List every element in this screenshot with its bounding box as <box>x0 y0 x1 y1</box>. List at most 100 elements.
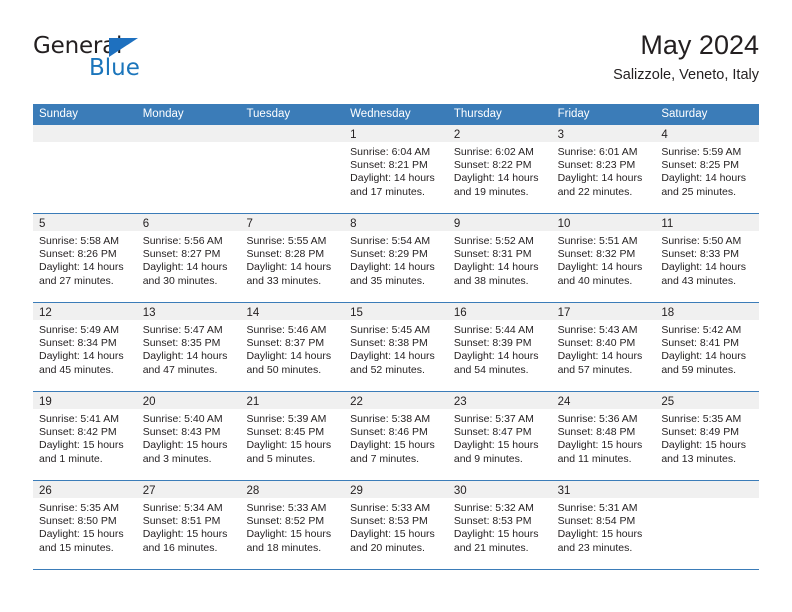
day-detail-line: Daylight: 14 hours <box>661 172 746 185</box>
day-number-bar: 15 <box>344 303 448 320</box>
day-number-bar: 8 <box>344 214 448 231</box>
calendar-day-cell[interactable]: 21 Sunrise: 5:39 AM Sunset: 8:45 PM Dayligh… <box>240 392 345 480</box>
day-number: 21 <box>246 396 260 408</box>
page-title: May 2024 <box>640 30 759 60</box>
calendar-day-cell[interactable]: 7 Sunrise: 5:55 AM Sunset: 8:28 PM Daylight… <box>240 214 345 302</box>
day-detail-line: Sunset: 8:39 PM <box>453 337 532 350</box>
day-detail-line: and 50 minutes. <box>246 363 322 376</box>
day-details: Sunrise: 5:35 AM Sunset: 8:49 PM Daylight:… <box>655 409 759 466</box>
day-detail-line: Sunset: 8:34 PM <box>39 337 117 350</box>
calendar-day-cell[interactable]: 6 Sunrise: 5:56 AM Sunset: 8:27 PM Daylight… <box>136 214 241 302</box>
calendar-day-cell[interactable]: 25 Sunrise: 5:35 AM Sunset: 8:49 PM Dayligh… <box>655 392 760 480</box>
day-detail-line: Sunrise: 5:44 AM <box>453 324 534 336</box>
day-detail-line: Daylight: 14 hours <box>661 261 746 274</box>
day-number-bar: 31 <box>551 481 656 498</box>
day-detail-line: and 35 minutes. <box>350 274 425 287</box>
day-number: 11 <box>661 218 674 230</box>
calendar-day-cell[interactable]: 12 Sunrise: 5:49 AM Sunset: 8:34 PM Dayligh… <box>33 303 137 391</box>
calendar-day-cell[interactable]: 26 Sunrise: 5:35 AM Sunset: 8:50 PM Dayligh… <box>33 481 137 569</box>
day-details: Sunrise: 5:36 AM Sunset: 8:48 PM Daylight:… <box>552 409 656 466</box>
calendar-empty-cell <box>655 481 760 569</box>
calendar-day-cell[interactable]: 4 Sunrise: 5:59 AM Sunset: 8:25 PM Daylight… <box>655 125 760 213</box>
calendar-day-cell[interactable]: 9 Sunrise: 5:52 AM Sunset: 8:31 PM Daylight… <box>447 214 552 302</box>
calendar-day-cell[interactable]: 2 Sunrise: 6:02 AM Sunset: 8:22 PM Daylight… <box>447 125 552 213</box>
day-detail-line: Sunrise: 5:35 AM <box>661 413 742 425</box>
day-detail-line: Sunset: 8:42 PM <box>39 426 117 439</box>
day-detail-line: Sunset: 8:22 PM <box>453 159 532 172</box>
day-detail-line: Daylight: 14 hours <box>246 261 332 274</box>
day-detail-line: Sunrise: 5:43 AM <box>557 324 638 336</box>
day-details: Sunrise: 5:44 AM Sunset: 8:39 PM Daylight:… <box>448 320 552 377</box>
calendar-day-cell[interactable]: 16 Sunrise: 5:44 AM Sunset: 8:39 PM Dayligh… <box>447 303 552 391</box>
day-detail-line: Sunrise: 5:37 AM <box>453 413 534 425</box>
day-detail-line: Sunrise: 5:36 AM <box>557 413 638 425</box>
day-number: 15 <box>350 307 363 319</box>
calendar-day-cell[interactable]: 10 Sunrise: 5:51 AM Sunset: 8:32 PM Dayligh… <box>551 214 656 302</box>
calendar-day-cell[interactable]: 13 Sunrise: 5:47 AM Sunset: 8:35 PM Dayligh… <box>136 303 241 391</box>
weekday-header-wednesday: Wednesday <box>350 108 411 120</box>
day-details: Sunrise: 5:43 AM Sunset: 8:40 PM Daylight:… <box>552 320 656 377</box>
day-detail-line: Sunset: 8:29 PM <box>350 248 428 261</box>
day-number-bar: 19 <box>33 392 137 409</box>
calendar-day-cell[interactable]: 19 Sunrise: 5:41 AM Sunset: 8:42 PM Dayligh… <box>33 392 137 480</box>
day-details: Sunrise: 5:58 AM Sunset: 8:26 PM Daylight:… <box>33 231 137 288</box>
calendar-day-cell[interactable]: 31 Sunrise: 5:31 AM Sunset: 8:54 PM Dayligh… <box>551 481 656 569</box>
day-detail-line: and 27 minutes. <box>39 274 114 287</box>
generalblue-logo[interactable]: General Blue <box>33 34 243 90</box>
day-detail-line: and 15 minutes. <box>39 541 114 554</box>
day-detail-line: Daylight: 14 hours <box>142 261 228 274</box>
day-detail-line: Sunset: 8:52 PM <box>246 515 325 528</box>
day-number-bar: 26 <box>33 481 137 498</box>
day-details: Sunrise: 5:34 AM Sunset: 8:51 PM Daylight:… <box>137 498 241 555</box>
day-detail-line: Daylight: 14 hours <box>350 350 435 363</box>
day-number-bar: 25 <box>655 392 760 409</box>
calendar-day-cell[interactable]: 27 Sunrise: 5:34 AM Sunset: 8:51 PM Dayligh… <box>136 481 241 569</box>
day-number-bar: 13 <box>136 303 241 320</box>
day-detail-line: and 33 minutes. <box>246 274 322 287</box>
day-detail-line: Sunrise: 5:46 AM <box>246 324 327 336</box>
day-number-bar: 5 <box>33 214 137 231</box>
calendar-day-cell[interactable]: 22 Sunrise: 5:38 AM Sunset: 8:46 PM Dayligh… <box>344 392 448 480</box>
day-detail-line: Sunset: 8:51 PM <box>142 515 221 528</box>
day-detail-line: Sunset: 8:47 PM <box>453 426 532 439</box>
day-detail-line: Sunset: 8:26 PM <box>39 248 117 261</box>
calendar-day-cell[interactable]: 17 Sunrise: 5:43 AM Sunset: 8:40 PM Dayligh… <box>551 303 656 391</box>
day-details <box>240 142 344 146</box>
day-details: Sunrise: 5:45 AM Sunset: 8:38 PM Daylight:… <box>344 320 448 377</box>
day-detail-line: Daylight: 14 hours <box>453 261 539 274</box>
calendar-day-cell[interactable]: 15 Sunrise: 5:45 AM Sunset: 8:38 PM Dayligh… <box>344 303 448 391</box>
day-detail-line: Sunset: 8:38 PM <box>350 337 428 350</box>
calendar-day-cell[interactable]: 1 Sunrise: 6:04 AM Sunset: 8:21 PM Daylight… <box>344 125 448 213</box>
day-number-bar <box>33 125 137 142</box>
day-detail-line: Sunrise: 5:54 AM <box>350 235 431 247</box>
day-detail-line: Sunrise: 5:52 AM <box>453 235 534 247</box>
day-detail-line: and 19 minutes. <box>453 185 529 198</box>
calendar-day-cell[interactable]: 23 Sunrise: 5:37 AM Sunset: 8:47 PM Dayligh… <box>447 392 552 480</box>
calendar-day-cell[interactable]: 28 Sunrise: 5:33 AM Sunset: 8:52 PM Dayligh… <box>240 481 345 569</box>
day-detail-line: Daylight: 15 hours <box>557 439 643 452</box>
calendar-day-cell[interactable]: 5 Sunrise: 5:58 AM Sunset: 8:26 PM Daylight… <box>33 214 137 302</box>
day-detail-line: and 13 minutes. <box>661 452 737 465</box>
calendar-day-cell[interactable]: 30 Sunrise: 5:32 AM Sunset: 8:53 PM Dayligh… <box>447 481 552 569</box>
day-detail-line: and 30 minutes. <box>142 274 218 287</box>
day-detail-line: Daylight: 15 hours <box>557 528 643 541</box>
day-number-bar: 17 <box>551 303 656 320</box>
calendar-day-cell[interactable]: 20 Sunrise: 5:40 AM Sunset: 8:43 PM Dayligh… <box>136 392 241 480</box>
day-detail-line: Daylight: 15 hours <box>453 439 539 452</box>
day-detail-line: Daylight: 15 hours <box>453 528 539 541</box>
day-detail-line: and 9 minutes. <box>453 452 523 465</box>
calendar-day-cell[interactable]: 29 Sunrise: 5:33 AM Sunset: 8:53 PM Dayligh… <box>344 481 448 569</box>
calendar-day-cell[interactable]: 3 Sunrise: 6:01 AM Sunset: 8:23 PM Daylight… <box>551 125 656 213</box>
day-details: Sunrise: 5:52 AM Sunset: 8:31 PM Daylight:… <box>448 231 552 288</box>
day-number: 12 <box>39 307 52 319</box>
calendar-day-cell[interactable]: 11 Sunrise: 5:50 AM Sunset: 8:33 PM Dayligh… <box>655 214 760 302</box>
day-details: Sunrise: 5:33 AM Sunset: 8:53 PM Daylight:… <box>344 498 448 555</box>
day-detail-line: Daylight: 15 hours <box>142 439 228 452</box>
day-detail-line: Sunset: 8:33 PM <box>661 248 739 261</box>
calendar-day-cell[interactable]: 14 Sunrise: 5:46 AM Sunset: 8:37 PM Dayligh… <box>240 303 345 391</box>
calendar-day-cell[interactable]: 24 Sunrise: 5:36 AM Sunset: 8:48 PM Dayligh… <box>551 392 656 480</box>
day-number: 30 <box>453 485 467 497</box>
calendar-day-cell[interactable]: 18 Sunrise: 5:42 AM Sunset: 8:41 PM Dayligh… <box>655 303 760 391</box>
day-detail-line: Daylight: 14 hours <box>39 261 124 274</box>
calendar-day-cell[interactable]: 8 Sunrise: 5:54 AM Sunset: 8:29 PM Daylight… <box>344 214 448 302</box>
